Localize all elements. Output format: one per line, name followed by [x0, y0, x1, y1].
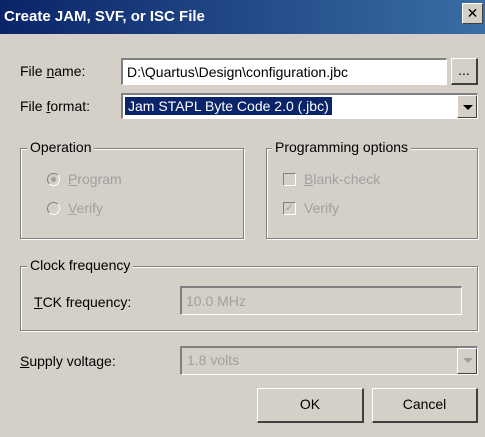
chevron-down-icon [463, 105, 473, 110]
file-name-label: File name: [20, 63, 86, 79]
operation-group [20, 148, 244, 239]
file-format-label: File format: [20, 98, 91, 114]
program-radio-label: Program [68, 171, 122, 187]
radio-dot [51, 177, 56, 182]
browse-button[interactable]: ... [451, 58, 478, 85]
verify-radio[interactable] [47, 202, 60, 215]
operation-group-legend: Operation [27, 139, 95, 155]
verify-checkbox[interactable]: ✓ [283, 202, 296, 215]
verify-checkbox-label: Verify [304, 200, 340, 216]
supply-voltage-select[interactable]: 1.8 volts [180, 346, 478, 375]
tck-frequency-input[interactable]: 10.0 MHz [180, 286, 462, 315]
file-name-input[interactable]: D:\Quartus\Design\configuration.jbc [121, 58, 447, 85]
program-radio[interactable] [47, 173, 60, 186]
clock-frequency-legend: Clock frequency [27, 257, 134, 273]
supply-voltage-label: Supply voltage: [20, 353, 116, 369]
programming-options-group [266, 148, 478, 239]
window-title: Create JAM, SVF, or ISC File [4, 8, 205, 25]
supply-voltage-dropdown-button[interactable] [457, 348, 477, 374]
file-format-select[interactable]: Jam STAPL Byte Code 2.0 (.jbc) [121, 93, 478, 119]
file-format-dropdown-button[interactable] [457, 95, 477, 118]
supply-voltage-value: 1.8 volts [187, 352, 240, 368]
cancel-button[interactable]: Cancel [372, 388, 478, 423]
tck-frequency-label: TCK frequency: [34, 294, 132, 310]
close-button[interactable]: ✕ [462, 3, 483, 24]
file-format-value: Jam STAPL Byte Code 2.0 (.jbc) [124, 96, 333, 116]
chevron-down-icon [463, 358, 473, 363]
title-bar: Create JAM, SVF, or ISC File ✕ [0, 0, 485, 34]
blank-check-label: Blank-check [304, 171, 381, 187]
close-icon: ✕ [466, 5, 479, 21]
check-icon: ✓ [284, 202, 295, 214]
blank-check-checkbox[interactable] [283, 173, 296, 186]
programming-options-legend: Programming options [272, 139, 412, 155]
ok-button[interactable]: OK [257, 388, 364, 423]
verify-radio-label: Verify [68, 200, 104, 216]
